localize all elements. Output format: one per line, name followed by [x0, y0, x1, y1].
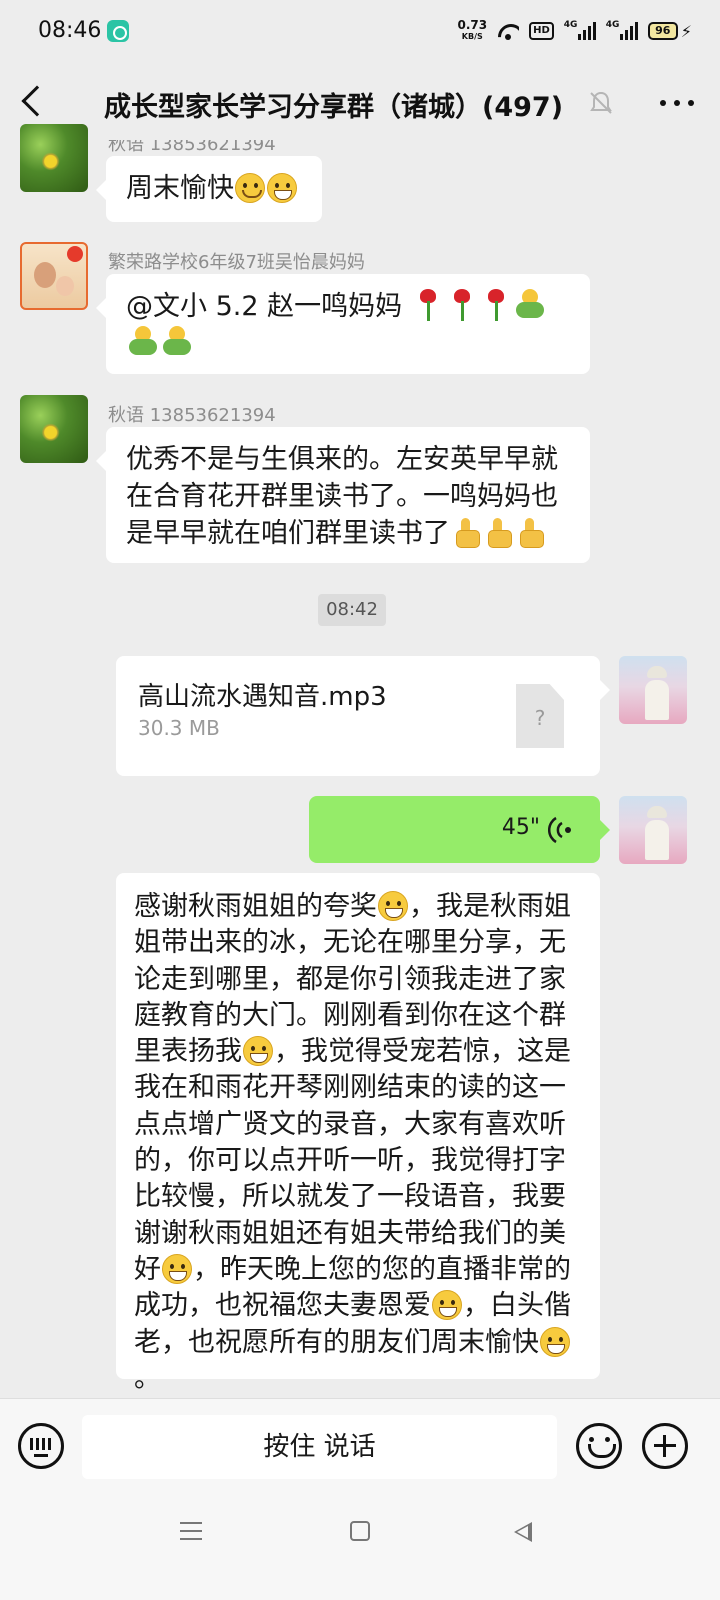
avatar[interactable]	[20, 242, 88, 310]
message-timestamp: 08:42	[318, 594, 386, 626]
self-avatar[interactable]	[619, 656, 687, 724]
avatar[interactable]	[20, 124, 88, 192]
avatar[interactable]	[20, 395, 88, 463]
grin-emoji-icon	[432, 1290, 462, 1321]
plus-icon[interactable]	[642, 1423, 688, 1469]
message-bubble[interactable]: 优秀不是与生俱来的。左安英早早就在合育花开群里读书了。一鸣妈妈也是早早就在咱们群…	[96, 427, 590, 563]
voice-message[interactable]: 45"	[309, 796, 610, 863]
voice-duration: 45"	[501, 815, 540, 840]
back-arrow-icon[interactable]	[21, 85, 53, 117]
hug-emoji-icon	[128, 326, 158, 358]
grin-emoji-icon	[378, 891, 408, 921]
unknown-file-icon: ?	[516, 684, 564, 748]
chat-header: 成长型家长学习分享群（诸城）(497)	[0, 62, 720, 142]
battery-level: 96	[647, 22, 678, 40]
chat-title: 成长型家长学习分享群（诸城）(497)	[104, 92, 564, 123]
network-speed-value: 0.73	[457, 18, 488, 32]
voice-wave-icon	[548, 816, 571, 844]
file-name: 高山流水遇知音.mp3	[138, 682, 387, 712]
thumbs-up-emoji-icon	[484, 518, 512, 548]
message-text: @文小 5.2 赵一鸣妈妈	[126, 291, 403, 322]
notification-app-icon	[107, 20, 129, 42]
grin-emoji-icon	[540, 1326, 570, 1357]
rose-emoji-icon	[415, 289, 441, 321]
signal-label-2: 4G	[605, 20, 620, 30]
message-bubble[interactable]: @文小 5.2 赵一鸣妈妈	[96, 274, 590, 374]
thumbs-up-emoji-icon	[516, 518, 544, 548]
hug-emoji-icon	[162, 326, 192, 358]
status-time: 08:46	[38, 18, 102, 43]
signal-icon-2: 4G	[605, 20, 638, 40]
hd-badge: HD	[529, 22, 554, 40]
file-message[interactable]: 高山流水遇知音.mp3 30.3 MB ?	[116, 656, 610, 776]
keyboard-icon[interactable]	[18, 1423, 64, 1469]
emoji-icon[interactable]	[576, 1423, 622, 1469]
message-text: 周末愉快	[126, 173, 234, 204]
system-back-icon[interactable]	[514, 1522, 532, 1542]
input-bar: 按住 说话	[0, 1398, 720, 1496]
network-speed: 0.73 KB/S	[457, 18, 488, 42]
grin-emoji-icon	[162, 1253, 192, 1284]
grin-emoji-icon	[267, 173, 297, 203]
thumbs-up-emoji-icon	[452, 518, 480, 548]
self-avatar[interactable]	[619, 796, 687, 864]
message-text-part: 。	[134, 1362, 161, 1394]
message-bubble[interactable]: 感谢秋雨姐姐的夸奖 ，我是秋雨姐姐带出来的冰，无论在哪里分享，无论走到哪里，都是你…	[116, 873, 600, 1394]
wifi-icon	[497, 22, 519, 40]
sender-name: 繁荣路学校6年级7班吴怡晨妈妈	[108, 252, 365, 273]
file-size: 30.3 MB	[138, 716, 220, 740]
bell-mute-icon	[590, 91, 612, 114]
signal-label: 4G	[563, 20, 578, 30]
file-icon-glyph: ?	[534, 706, 546, 730]
battery-icon: 96 ⚡	[647, 21, 692, 41]
rose-emoji-icon	[449, 289, 475, 321]
hug-emoji-icon	[515, 289, 545, 321]
more-dots-icon[interactable]	[660, 100, 694, 106]
message-bubble[interactable]: 周末愉快	[96, 156, 322, 222]
network-speed-unit: KB/S	[461, 32, 483, 41]
status-bar: 08:46 0.73 KB/S HD 4G 4G 96 ⚡	[0, 0, 720, 62]
message-text-part: ，我觉得受宠若惊，这是我在和雨花开琴刚刚结束的读的这一点点增广贤文的录音，大家有…	[134, 1036, 571, 1285]
recent-apps-icon[interactable]	[180, 1522, 202, 1540]
signal-icon: 4G	[563, 20, 596, 40]
message-text-part: 感谢秋雨姐姐的夸奖	[134, 891, 377, 922]
smile-emoji-icon	[235, 173, 265, 203]
hold-to-talk-button[interactable]: 按住 说话	[82, 1415, 557, 1479]
status-indicators: 0.73 KB/S HD 4G 4G 96 ⚡	[457, 16, 692, 46]
system-navigation-bar	[0, 1496, 720, 1600]
rose-emoji-icon	[483, 289, 509, 321]
charging-icon: ⚡	[680, 21, 692, 41]
home-icon[interactable]	[350, 1521, 370, 1541]
grin-emoji-icon	[243, 1036, 273, 1067]
sender-name: 秋语 13853621394	[108, 405, 276, 426]
